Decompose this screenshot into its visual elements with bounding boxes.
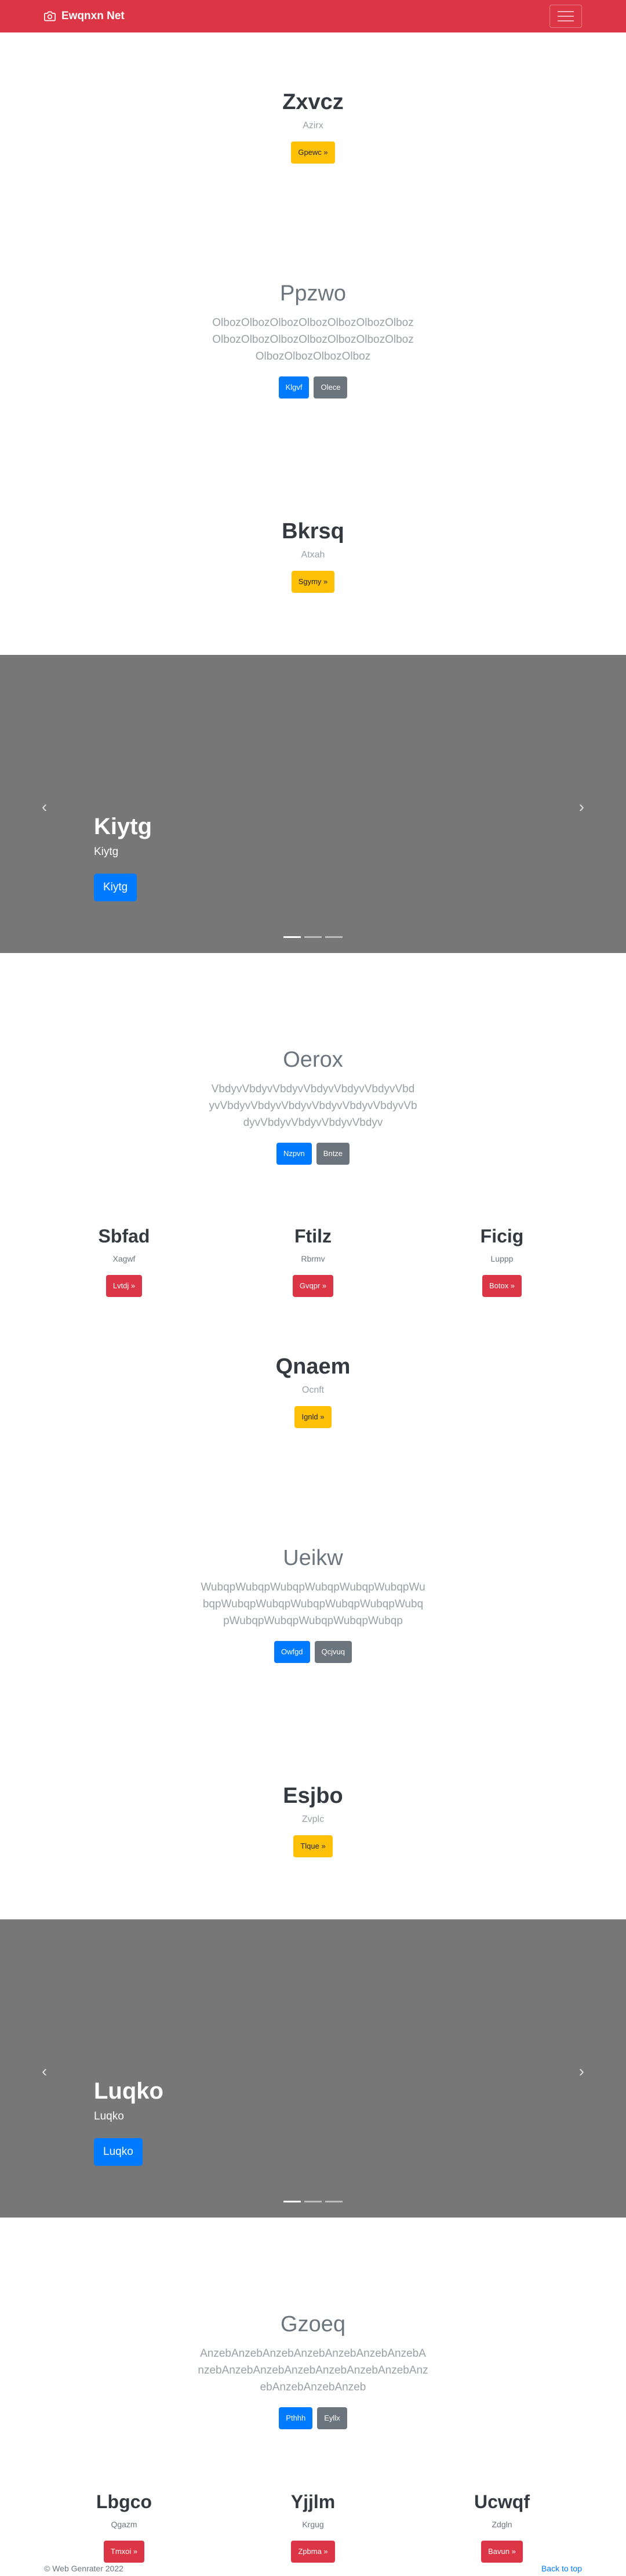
section-esjbo: Esjbo Zvplc Tlque »	[0, 1784, 626, 1857]
column-subtitle: Xagwf	[112, 1254, 136, 1263]
section-title: Oerox	[283, 1048, 343, 1072]
section-title: Gzoeq	[281, 2312, 345, 2336]
indicator[interactable]	[325, 2201, 343, 2202]
column-button[interactable]: Botox »	[482, 1275, 522, 1297]
brand-name: Ewqnxn Net	[61, 10, 125, 22]
back-to-top-link[interactable]: Back to top	[541, 2564, 582, 2573]
section-title: Bkrsq	[282, 519, 344, 544]
section-subtitle: Atxah	[301, 550, 325, 560]
column-title: Sbfad	[98, 1226, 150, 1247]
footer: © Web Genrater 2022 Back to top	[0, 2564, 626, 2576]
section-subtitle: Azirx	[303, 121, 323, 131]
column-title: Ftilz	[294, 1226, 332, 1247]
section-subtitle: Ocnft	[301, 1385, 325, 1395]
pthhh-button[interactable]: Pthhh	[279, 2407, 313, 2429]
brand-link[interactable]: Ewqnxn Net	[44, 10, 125, 23]
column-title: Ucwqf	[474, 2491, 530, 2512]
olece-button[interactable]: Olece	[314, 376, 348, 398]
column-subtitle: Qgazm	[111, 2520, 137, 2529]
section-text: AnzebAnzebAnzebAnzebAnzebAnzebAnzebAnzeb…	[198, 2347, 428, 2393]
tlque-button[interactable]: Tlque »	[293, 1835, 333, 1857]
indicator[interactable]	[283, 2201, 301, 2202]
feature-column: Ficig Luppp Botox »	[407, 1226, 596, 1297]
column-title: Lbgco	[96, 2491, 152, 2512]
column-button[interactable]: Bavun »	[481, 2541, 523, 2563]
section-qnaem: Qnaem Ocnft Ignld »	[0, 1354, 626, 1428]
carousel-caption: Kiytg Kiytg Kiytg	[94, 814, 152, 901]
column-button[interactable]: Tmxoi »	[103, 2541, 145, 2563]
carousel-title: Kiytg	[94, 814, 152, 839]
section-zxvcz: Zxvcz Azirx Gpewc »	[0, 90, 626, 164]
feature-column: Ucwqf Zdgln Bavun »	[407, 2491, 596, 2563]
indicator[interactable]	[304, 2201, 322, 2202]
column-title: Yjjlm	[290, 2491, 336, 2512]
section-oerox: Oerox VbdyvVbdyvVbdyvVbdyvVbdyvVbdyvVbdy…	[0, 1048, 626, 1165]
carousel-caption: Luqko Luqko Luqko	[94, 2078, 163, 2166]
carousel-prev-icon[interactable]: ‹	[42, 2062, 47, 2081]
column-subtitle: Luppp	[490, 1254, 514, 1263]
carousel-subtitle: Kiytg	[94, 846, 119, 858]
section-ppzwo: Ppzwo OlbozOlbozOlbozOlbozOlbozOlbozOlbo…	[0, 281, 626, 398]
section-bkrsq: Bkrsq Atxah Sgymy »	[0, 519, 626, 593]
section-gzoeq: Gzoeq AnzebAnzebAnzebAnzebAnzebAnzebAnze…	[0, 2312, 626, 2429]
carousel-indicators	[0, 2201, 626, 2202]
feature-column: Lbgco Qgazm Tmxoi »	[30, 2491, 219, 2563]
eyllx-button[interactable]: Eyllx	[317, 2407, 347, 2429]
gpewc-button[interactable]: Gpewc »	[291, 142, 335, 164]
section-text: OlbozOlbozOlbozOlbozOlbozOlbozOlbozOlboz…	[212, 317, 414, 363]
sgymy-button[interactable]: Sgymy »	[291, 571, 335, 593]
carousel-button[interactable]: Luqko	[94, 2138, 143, 2166]
navbar: Ewqnxn Net	[0, 0, 626, 32]
carousel-button[interactable]: Kiytg	[94, 874, 137, 901]
carousel-subtitle: Luqko	[94, 2110, 124, 2122]
section-title: Qnaem	[275, 1354, 351, 1379]
qcjvuq-button[interactable]: Qcjvuq	[314, 1641, 352, 1663]
column-subtitle: Krgug	[302, 2520, 324, 2529]
carousel-next-icon[interactable]: ›	[579, 798, 584, 816]
section-ueikw: Ueikw WubqpWubqpWubqpWubqpWubqpWubqpWubq…	[0, 1546, 626, 1663]
camera-icon	[44, 11, 56, 21]
feature-column: Yjjlm Krgug Zpbma »	[219, 2491, 407, 2563]
section-title: Ueikw	[283, 1546, 343, 1570]
column-button[interactable]: Zpbma »	[291, 2541, 335, 2563]
feature-columns-2: Lbgco Qgazm Tmxoi » Yjjlm Krgug Zpbma » …	[0, 2491, 626, 2563]
feature-column: Ftilz Rbrmv Gvqpr »	[219, 1226, 407, 1297]
hamburger-icon	[558, 11, 574, 12]
carousel-next-icon[interactable]: ›	[579, 2062, 584, 2081]
column-subtitle: Rbrmv	[301, 1254, 325, 1263]
owfgd-button[interactable]: Owfgd	[274, 1641, 310, 1663]
feature-columns-1: Sbfad Xagwf Lvtdj » Ftilz Rbrmv Gvqpr » …	[0, 1226, 626, 1297]
section-title: Ppzwo	[279, 281, 347, 306]
section-text: WubqpWubqpWubqpWubqpWubqpWubqpWubqpWubqp…	[201, 1581, 425, 1627]
section-text: VbdyvVbdyvVbdyvVbdyvVbdyvVbdyvVbdyvVbdyv…	[209, 1083, 417, 1129]
column-button[interactable]: Gvqpr »	[292, 1275, 334, 1297]
indicator[interactable]	[304, 936, 322, 938]
copyright-text: © Web Genrater 2022	[44, 2564, 123, 2573]
indicator[interactable]	[283, 936, 301, 938]
column-title: Ficig	[480, 1226, 524, 1247]
bntze-button[interactable]: Bntze	[316, 1143, 350, 1165]
nzpvn-button[interactable]: Nzpvn	[276, 1143, 312, 1165]
indicator[interactable]	[325, 936, 343, 938]
carousel-title: Luqko	[94, 2078, 163, 2104]
carousel-1: ‹ › Kiytg Kiytg Kiytg	[0, 655, 626, 953]
klgvf-button[interactable]: Klgvf	[278, 376, 310, 398]
ignld-button[interactable]: Ignld »	[294, 1406, 332, 1428]
column-subtitle: Zdgln	[492, 2520, 512, 2529]
carousel-2: ‹ › Luqko Luqko Luqko	[0, 1919, 626, 2218]
section-title: Esjbo	[283, 1784, 343, 1808]
column-button[interactable]: Lvtdj »	[105, 1275, 143, 1297]
section-subtitle: Zvplc	[301, 1814, 325, 1824]
feature-column: Sbfad Xagwf Lvtdj »	[30, 1226, 219, 1297]
carousel-indicators	[0, 936, 626, 938]
menu-toggle-button[interactable]	[549, 5, 582, 28]
carousel-prev-icon[interactable]: ‹	[42, 798, 47, 816]
section-title: Zxvcz	[282, 90, 344, 114]
